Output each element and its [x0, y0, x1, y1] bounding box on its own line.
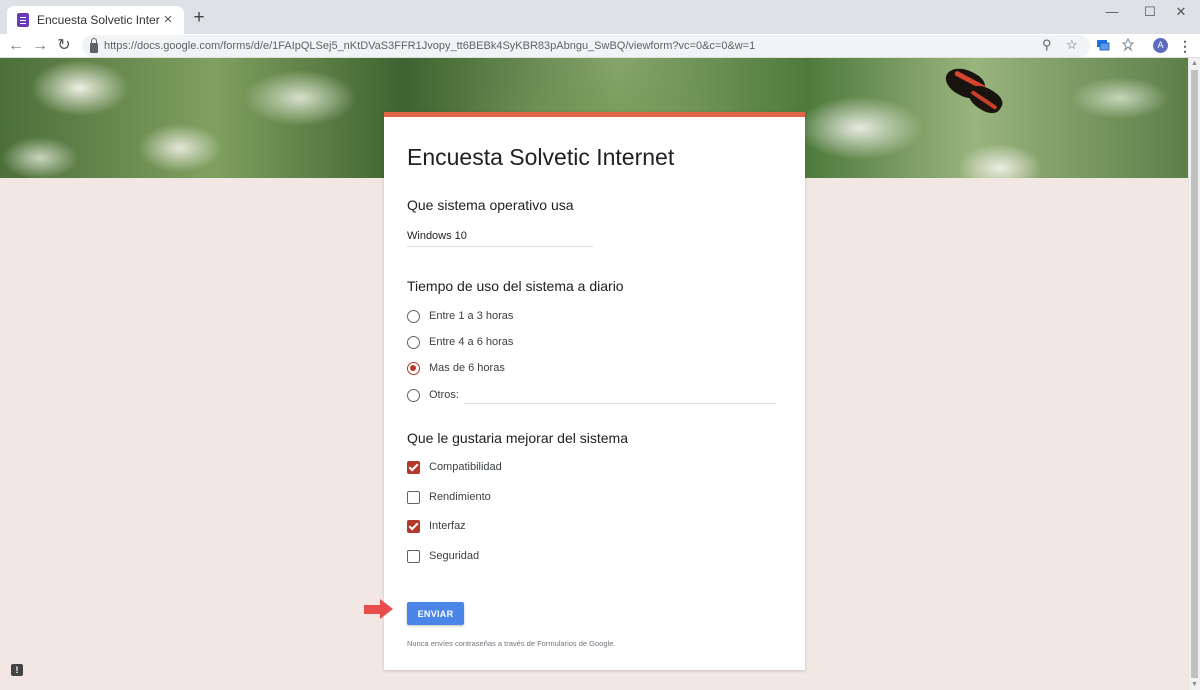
- checkbox-label: Seguridad: [429, 550, 480, 562]
- other-text-input[interactable]: [464, 403, 776, 404]
- reload-icon[interactable]: ↻: [54, 36, 74, 56]
- zoom-icon[interactable]: ⚲: [1042, 36, 1052, 54]
- tab-strip: Encuesta Solvetic Internet × + — ☐ ✕: [0, 0, 1200, 34]
- checkbox[interactable]: [407, 490, 420, 504]
- checkbox-label: Interfaz: [429, 520, 466, 532]
- lock-icon: [90, 37, 98, 53]
- radio-button[interactable]: [407, 309, 420, 323]
- form-title: Encuesta Solvetic Internet: [407, 144, 675, 170]
- radio-button-checked[interactable]: [407, 361, 420, 375]
- radio-label: Mas de 6 horas: [429, 362, 505, 374]
- radio-option[interactable]: Entre 1 a 3 horas: [407, 308, 513, 324]
- question-usage-label: Tiempo de uso del sistema a diario: [407, 278, 624, 294]
- submit-button[interactable]: ENVIAR: [407, 602, 464, 625]
- url-text: https://docs.google.com/forms/d/e/1FAIpQ…: [104, 40, 756, 52]
- radio-label: Entre 1 a 3 horas: [429, 310, 514, 322]
- checkbox-option[interactable]: Interfaz: [407, 518, 466, 534]
- question-os-label: Que sistema operativo usa: [407, 197, 574, 213]
- close-tab-icon[interactable]: ×: [160, 12, 176, 28]
- checkbox[interactable]: [407, 549, 420, 563]
- question-improve-label: Que le gustaria mejorar del sistema: [407, 430, 628, 446]
- address-bar[interactable]: https://docs.google.com/forms/d/e/1FAIpQ…: [82, 35, 1090, 57]
- radio-button[interactable]: [407, 388, 420, 402]
- scroll-thumb[interactable]: [1191, 70, 1198, 678]
- checkbox-label: Compatibilidad: [429, 461, 502, 473]
- radio-option-other[interactable]: Otros:: [407, 387, 459, 403]
- profile-avatar[interactable]: A: [1153, 38, 1168, 53]
- scroll-up-icon[interactable]: ▲: [1191, 60, 1198, 67]
- new-tab-button[interactable]: +: [190, 8, 208, 27]
- checkbox-checked[interactable]: [407, 460, 420, 474]
- checkbox-option[interactable]: Rendimiento: [407, 489, 491, 505]
- checkbox-option[interactable]: Compatibilidad: [407, 459, 502, 475]
- form-card: Encuesta Solvetic Internet Que sistema o…: [384, 112, 805, 670]
- radio-label: Otros:: [429, 389, 459, 401]
- browser-toolbar: ← → ↻ https://docs.google.com/forms/d/e/…: [0, 34, 1200, 58]
- radio-option[interactable]: Entre 4 a 6 horas: [407, 334, 513, 350]
- checkbox-option[interactable]: Seguridad: [407, 548, 479, 564]
- checkbox-checked[interactable]: [407, 519, 420, 533]
- radio-option-selected[interactable]: Mas de 6 horas: [407, 360, 505, 376]
- os-answer-input[interactable]: Windows 10: [407, 230, 593, 247]
- radio-label: Entre 4 a 6 horas: [429, 336, 514, 348]
- checkbox-label: Rendimiento: [429, 491, 491, 503]
- more-menu-icon[interactable]: ⋮: [1178, 36, 1192, 56]
- radio-button[interactable]: [407, 335, 420, 349]
- tab-title: Encuesta Solvetic Internet: [37, 13, 160, 27]
- back-arrow-icon[interactable]: ←: [6, 36, 26, 56]
- bookmark-star-icon[interactable]: ☆: [1066, 36, 1078, 54]
- browser-tab[interactable]: Encuesta Solvetic Internet ×: [7, 6, 184, 34]
- report-feedback-icon[interactable]: !: [11, 664, 23, 676]
- pin-extension-icon[interactable]: [1121, 38, 1135, 52]
- scroll-down-icon[interactable]: ▼: [1191, 681, 1198, 688]
- minimize-icon[interactable]: —: [1093, 4, 1131, 20]
- forward-arrow-icon[interactable]: →: [30, 36, 50, 56]
- extension-icon[interactable]: [1096, 38, 1110, 52]
- password-disclaimer: Nunca envíes contraseñas a través de For…: [407, 639, 616, 648]
- close-window-icon[interactable]: ✕: [1162, 4, 1200, 20]
- page-scrollbar[interactable]: ▲ ▼: [1188, 58, 1200, 690]
- google-forms-icon: [17, 13, 29, 27]
